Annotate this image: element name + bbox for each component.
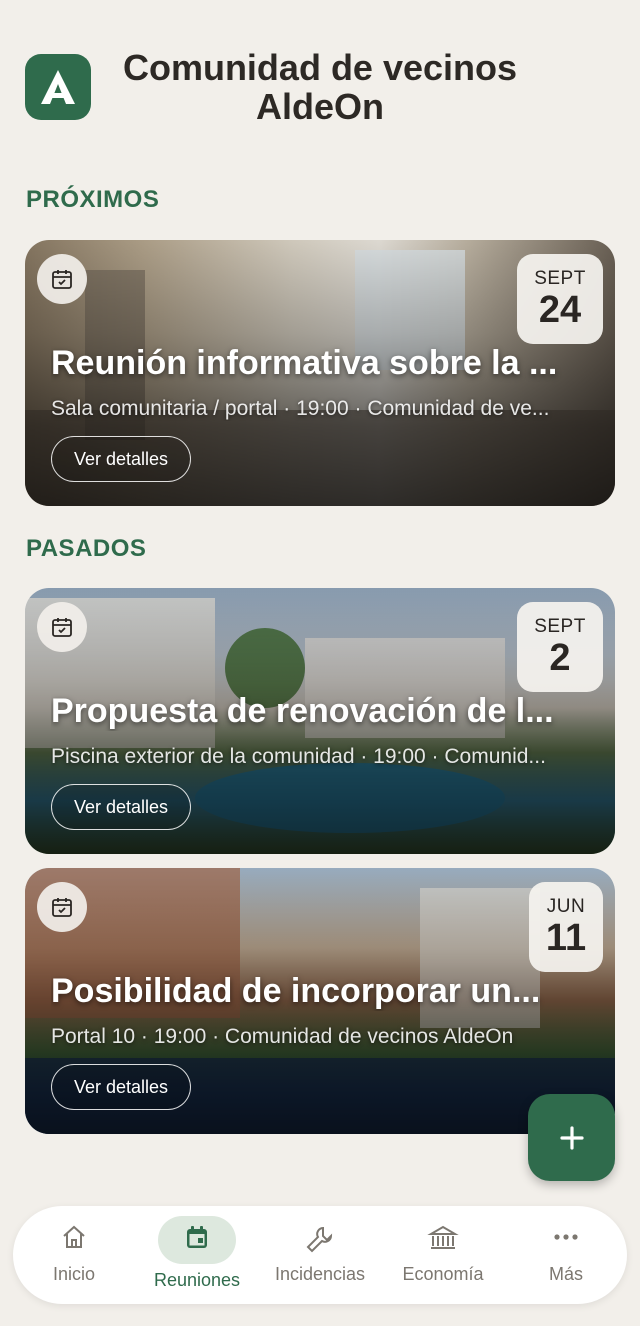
- meeting-card[interactable]: JUN 11 Posibilidad de incorporar un... P…: [25, 868, 615, 1134]
- date-day: 2: [549, 637, 571, 679]
- add-meeting-button[interactable]: [528, 1094, 615, 1181]
- date-month: SEPT: [534, 268, 586, 289]
- meeting-title: Reunión informativa sobre la ...: [51, 344, 558, 382]
- nav-item-economia[interactable]: Economía: [383, 1206, 503, 1304]
- meeting-meta: Piscina exterior de la comunidad · 19:00…: [51, 745, 546, 768]
- page-title: Comunidad de vecinos AldeOn: [122, 47, 518, 127]
- nav-item-incidencias[interactable]: Incidencias: [260, 1206, 380, 1304]
- logo-a-icon: [41, 70, 75, 104]
- section-title-upcoming: PRÓXIMOS: [26, 186, 160, 213]
- nav-label: Inicio: [52, 1264, 96, 1284]
- date-badge: SEPT 24: [517, 254, 603, 344]
- nav-label: Más: [548, 1264, 583, 1284]
- meeting-meta: Portal 10 · 19:00 · Comunidad de vecinos…: [51, 1025, 514, 1048]
- date-badge: SEPT 2: [517, 602, 603, 692]
- nav-item-mas[interactable]: Más: [506, 1206, 626, 1304]
- date-day: 24: [538, 289, 582, 331]
- calendar-icon: [187, 1226, 207, 1248]
- date-day: 11: [545, 917, 587, 959]
- nav-label: Incidencias: [274, 1264, 366, 1284]
- view-details-button[interactable]: Ver detalles: [51, 1064, 191, 1110]
- view-details-button[interactable]: Ver detalles: [51, 436, 191, 482]
- meeting-title: Propuesta de renovación de l...: [51, 692, 554, 730]
- calendar-check-icon: [37, 882, 87, 932]
- nav-item-reuniones[interactable]: Reuniones: [137, 1206, 257, 1304]
- plus-icon: [559, 1125, 584, 1150]
- bottom-navigation: Inicio Reuniones Incidencias Economía Má…: [13, 1206, 627, 1304]
- view-details-button[interactable]: Ver detalles: [51, 784, 191, 830]
- nav-label: Economía: [402, 1264, 484, 1284]
- meeting-title: Posibilidad de incorporar un...: [51, 972, 541, 1010]
- home-icon: [63, 1225, 85, 1248]
- app-header: Comunidad de vecinos AldeOn: [0, 0, 640, 160]
- calendar-check-icon: [37, 602, 87, 652]
- date-month: SEPT: [534, 616, 586, 637]
- meeting-card[interactable]: SEPT 2 Propuesta de renovación de l... P…: [25, 588, 615, 854]
- date-badge: JUN 11: [529, 882, 603, 972]
- calendar-check-icon: [37, 254, 87, 304]
- more-dots-icon: [554, 1234, 578, 1240]
- meeting-card[interactable]: SEPT 24 Reunión informativa sobre la ...…: [25, 240, 615, 506]
- wrench-icon: [306, 1226, 333, 1253]
- date-month: JUN: [546, 896, 586, 917]
- app-logo[interactable]: [25, 54, 91, 120]
- meeting-meta: Sala comunitaria / portal · 19:00 · Comu…: [51, 397, 550, 420]
- bank-icon: [427, 1225, 459, 1249]
- section-title-past: PASADOS: [26, 535, 147, 562]
- nav-label: Reuniones: [153, 1270, 241, 1290]
- nav-item-inicio[interactable]: Inicio: [14, 1206, 134, 1304]
